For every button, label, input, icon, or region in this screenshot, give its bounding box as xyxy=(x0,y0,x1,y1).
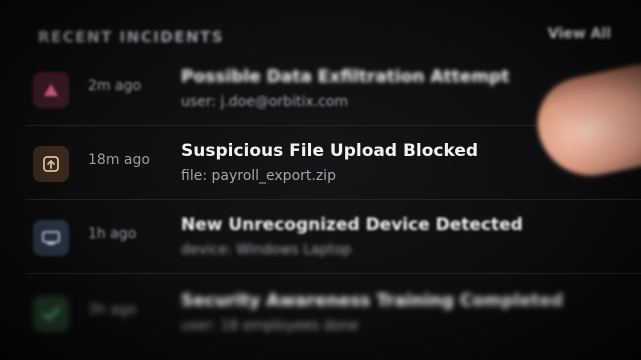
device-icon xyxy=(42,231,60,245)
incident-time: 1h ago xyxy=(88,226,137,242)
incident-detail: device: Windows Laptop xyxy=(181,242,352,258)
section-title: RECENT INCIDENTS xyxy=(38,28,225,46)
incident-time: 3h ago xyxy=(88,302,137,318)
incident-title: Possible Data Exfiltration Attempt xyxy=(181,67,510,87)
incident-row[interactable]: 1h ago New Unrecognized Device Detected … xyxy=(0,200,641,274)
check-icon xyxy=(42,307,60,321)
incident-row[interactable]: 3h ago Security Awareness Training Compl… xyxy=(0,276,641,350)
incident-icon-box xyxy=(33,146,69,182)
incident-icon-box xyxy=(33,72,69,108)
warning-triangle-icon xyxy=(44,84,58,96)
incident-time: 18m ago xyxy=(88,152,150,168)
incidents-header: RECENT INCIDENTS View All xyxy=(38,24,617,50)
incident-detail: file: payroll_export.zip xyxy=(181,168,336,184)
incident-title: Suspicious File Upload Blocked xyxy=(181,141,479,161)
row-divider xyxy=(26,273,641,274)
incident-icon-box xyxy=(33,296,69,332)
incidents-screen: RECENT INCIDENTS View All 2m ago Possibl… xyxy=(0,0,641,360)
incident-title: New Unrecognized Device Detected xyxy=(181,215,523,235)
incident-detail: user: 18 employees done xyxy=(181,318,359,334)
incident-time: 2m ago xyxy=(88,78,142,94)
incident-icon-box xyxy=(33,220,69,256)
view-all-link[interactable]: View All xyxy=(548,26,611,42)
incident-title: Security Awareness Training Completed xyxy=(181,291,564,311)
upload-icon xyxy=(43,156,59,172)
incident-detail: user: j.doe@orbitix.com xyxy=(181,94,348,110)
